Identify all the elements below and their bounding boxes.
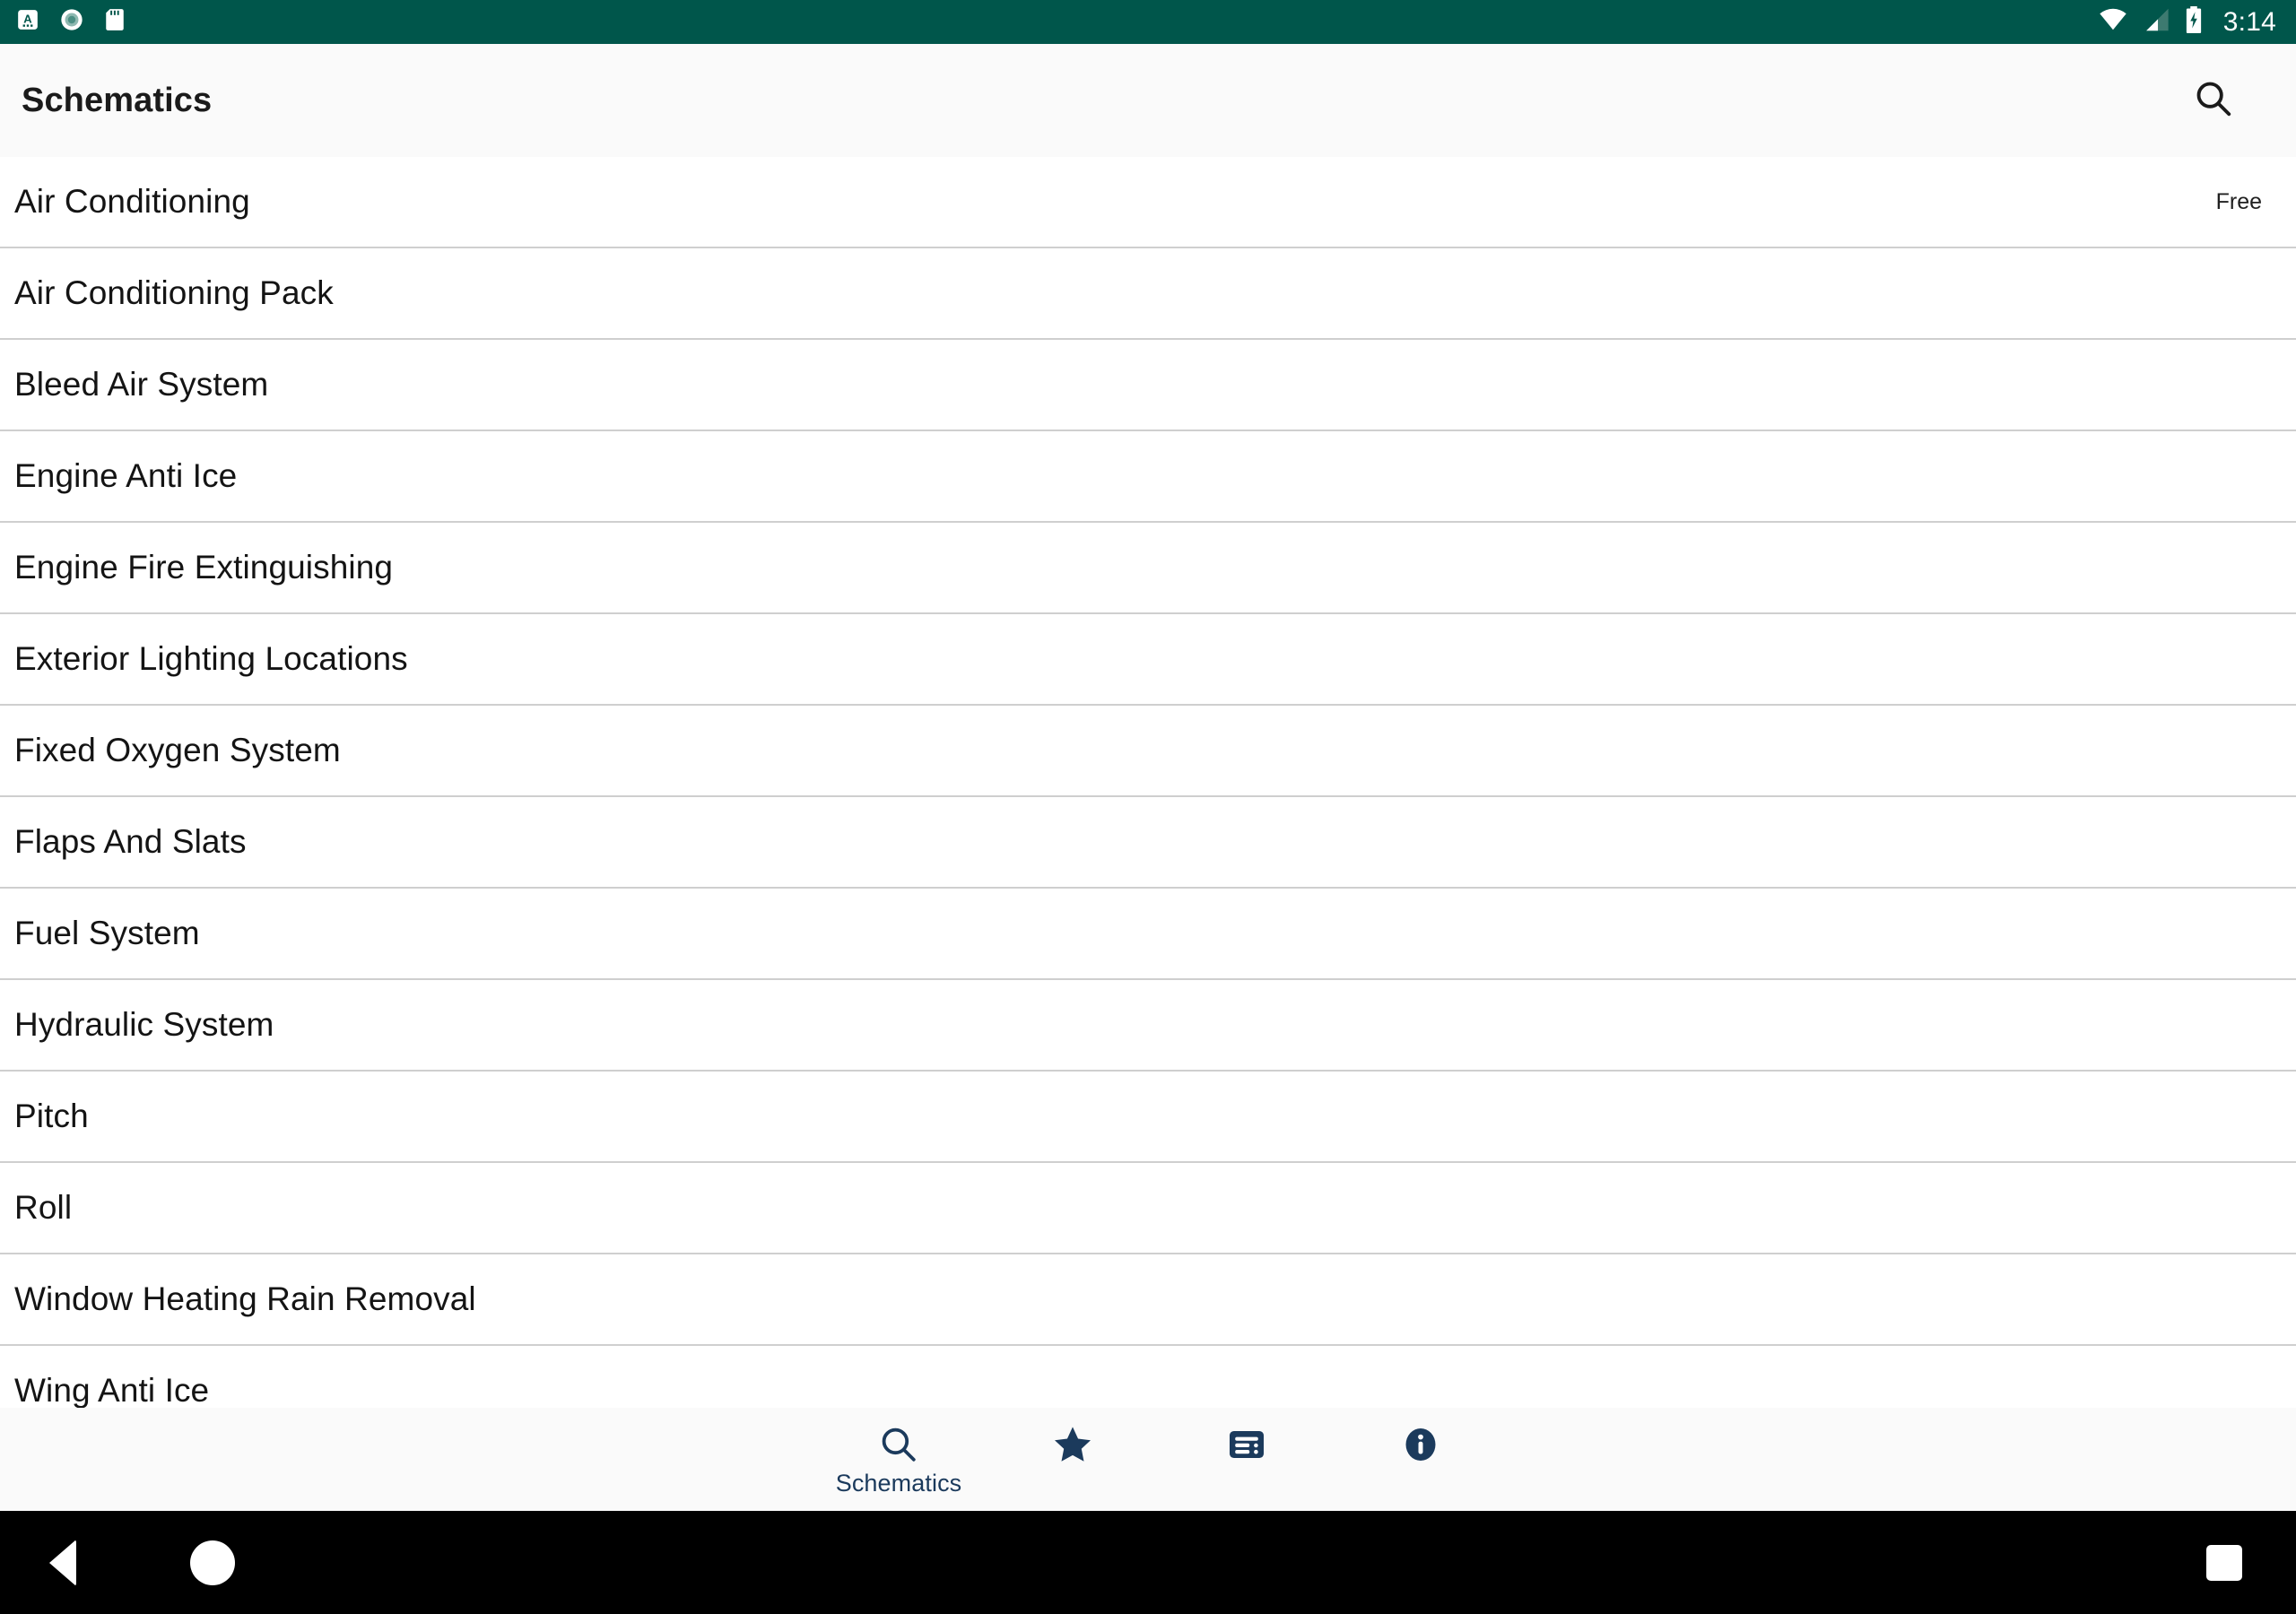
status-badge: Free (2215, 188, 2262, 214)
list-item-label: Flaps And Slats (14, 823, 247, 860)
nav-item-list[interactable] (1160, 1408, 1334, 1511)
table-row[interactable]: Air Conditioning Pack (0, 248, 2296, 340)
back-button[interactable] (49, 1539, 76, 1586)
list-item-label: Hydraulic System (14, 1006, 274, 1043)
table-row[interactable]: Engine Fire Extinguishing (0, 523, 2296, 614)
table-row[interactable]: Pitch (0, 1072, 2296, 1163)
table-row[interactable]: Fuel System (0, 889, 2296, 980)
list-item-label: Roll (14, 1189, 73, 1226)
wifi-icon (2098, 7, 2128, 37)
list-item-label: Fuel System (14, 915, 200, 951)
table-row[interactable]: Window Heating Rain Removal (0, 1254, 2296, 1346)
nav-item-info[interactable] (1334, 1408, 1508, 1511)
app-notification-icon: A (16, 8, 39, 36)
app-screen: A 3:14 Schematics Air Conditioning Free … (0, 0, 2296, 1614)
cellular-signal-icon (2143, 7, 2170, 37)
status-bar-system-icons: 3:14 (2098, 6, 2276, 38)
app-bar: Schematics (0, 44, 2296, 157)
table-row[interactable]: Flaps And Slats (0, 797, 2296, 889)
search-icon (2193, 78, 2234, 124)
list-item-label: Wing Anti Ice (14, 1372, 210, 1409)
status-bar-notification-icons: A (16, 7, 126, 37)
list-item-label: Window Heating Rain Removal (14, 1280, 476, 1317)
page-title: Schematics (22, 81, 213, 119)
nav-item-favorites[interactable] (986, 1408, 1160, 1511)
list-item-label: Air Conditioning Pack (14, 274, 334, 311)
search-button[interactable] (2187, 74, 2240, 127)
table-row[interactable]: Bleed Air System (0, 340, 2296, 431)
sd-card-notification-icon (104, 8, 126, 36)
nav-item-label-schematics: Schematics (835, 1470, 962, 1497)
info-icon (1400, 1421, 1441, 1468)
status-bar: A 3:14 (0, 0, 2296, 44)
schematics-list[interactable]: Air Conditioning Free Air Conditioning Pac… (0, 157, 2296, 1511)
status-bar-clock: 3:14 (2222, 6, 2276, 37)
list-item-label: Engine Fire Extinguishing (14, 549, 394, 586)
list-item-label: Bleed Air System (14, 366, 269, 403)
bottom-navigation: Schematics (0, 1408, 2296, 1511)
recent-apps-button[interactable] (2206, 1544, 2242, 1581)
list-item-label: Fixed Oxygen System (14, 732, 341, 768)
table-row[interactable]: Fixed Oxygen System (0, 706, 2296, 797)
list-item-label: Exterior Lighting Locations (14, 640, 408, 677)
svg-text:A: A (23, 12, 32, 25)
list-item-label: Engine Anti Ice (14, 457, 238, 494)
home-button[interactable] (190, 1540, 235, 1585)
table-row[interactable]: Hydraulic System (0, 980, 2296, 1072)
table-row[interactable]: Exterior Lighting Locations (0, 614, 2296, 706)
list-alt-icon (1225, 1421, 1268, 1468)
list-item-label: Air Conditioning (14, 183, 250, 220)
record-notification-icon (59, 7, 84, 37)
battery-charging-icon (2184, 6, 2204, 38)
nav-item-schematics[interactable]: Schematics (812, 1408, 986, 1511)
table-row[interactable]: Engine Anti Ice (0, 431, 2296, 523)
table-row[interactable]: Air Conditioning Free (0, 157, 2296, 248)
list-item-label: Pitch (14, 1098, 89, 1134)
system-navigation-bar (0, 1511, 2296, 1614)
star-icon (1050, 1421, 1095, 1468)
table-row[interactable]: Roll (0, 1163, 2296, 1254)
search-icon (877, 1421, 920, 1468)
